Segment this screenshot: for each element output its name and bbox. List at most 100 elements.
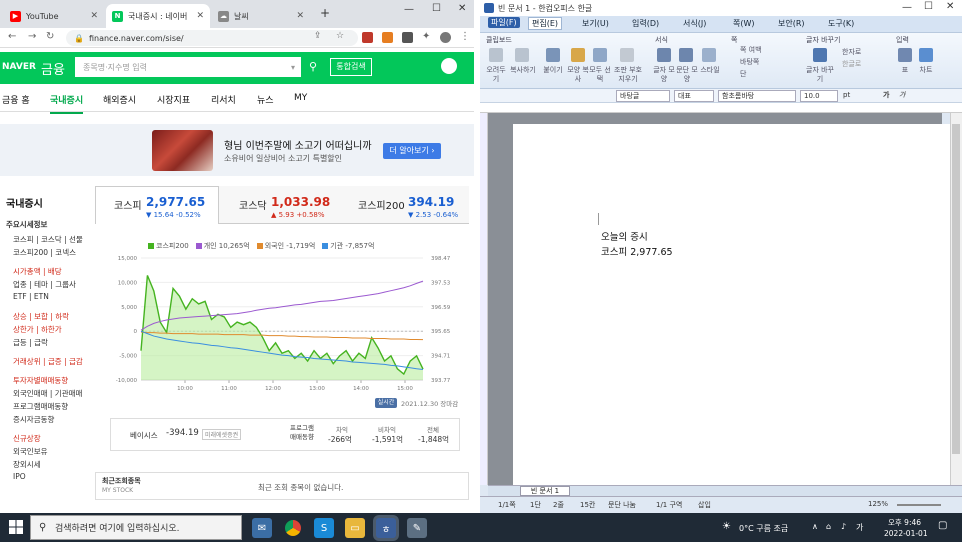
chart-icon[interactable] — [919, 48, 933, 62]
tray-chevron-icon[interactable]: ∧ — [812, 522, 818, 531]
avatar[interactable] — [441, 58, 457, 74]
para-shape-icon[interactable] — [679, 48, 693, 62]
realtime-badge[interactable]: 실시간 — [375, 398, 397, 408]
sidebar-item[interactable]: 외국인매매 | 기관매매 — [13, 388, 82, 399]
tab-youtube[interactable]: ▶ YouTube ✕ — [4, 4, 104, 28]
close-icon[interactable]: ✕ — [192, 11, 204, 21]
sidebar-item[interactable]: 증시자금동향 — [13, 414, 54, 425]
zoom-slider[interactable] — [897, 504, 941, 506]
clock-date[interactable]: 2022-01-01 — [884, 529, 928, 538]
horizontal-ruler[interactable] — [480, 103, 962, 113]
forward-icon[interactable]: → — [28, 31, 36, 42]
vertical-ruler[interactable] — [480, 113, 488, 485]
file-explorer-icon[interactable]: ▭ — [345, 518, 365, 538]
sidebar-item[interactable]: 업종 | 테마 | 그룹사 — [13, 279, 76, 290]
erase-codes-button[interactable]: 조판 부호 지우기 — [611, 66, 645, 84]
finance-logo[interactable]: 금융 — [41, 59, 65, 78]
sidebar-item[interactable]: 신규상장 — [13, 433, 41, 444]
ad-more-button[interactable]: 더 알아보기 › — [383, 143, 441, 159]
reload-icon[interactable]: ↻ — [46, 31, 54, 42]
table-icon[interactable] — [898, 48, 912, 62]
chart-button[interactable]: 차트 — [915, 66, 937, 75]
nav-overseas[interactable]: 해외증시 — [103, 93, 136, 106]
font-select[interactable]: 함초롬바탕 — [718, 90, 796, 102]
select-all-button[interactable]: 모두 선택 — [589, 66, 611, 84]
sidebar-item[interactable]: 외국인보유 — [13, 446, 48, 457]
integrated-search-button[interactable]: 통합검색 — [330, 58, 372, 76]
cut-icon[interactable] — [489, 48, 503, 62]
char-change-button[interactable]: 글자 바꾸기 — [805, 66, 835, 84]
back-icon[interactable]: ← — [8, 31, 16, 42]
style-select[interactable]: 바탕글 — [616, 90, 670, 102]
minimize-button[interactable]: — — [902, 2, 912, 13]
sidebar-item[interactable]: 코스피200 | 코넥스 — [13, 247, 76, 258]
format-painter-icon[interactable] — [571, 48, 585, 62]
share-icon[interactable]: ⇪ — [314, 31, 322, 41]
para-shape-button[interactable]: 문단 모양 — [675, 66, 699, 84]
new-tab-button[interactable]: + — [320, 6, 330, 20]
bold-button[interactable]: 가 — [880, 90, 894, 102]
hwp-taskbar-icon[interactable]: ㅎ — [376, 518, 396, 538]
nav-news[interactable]: 뉴스 — [257, 93, 274, 106]
menu-tools[interactable]: 도구(K) — [828, 18, 854, 29]
menu-security[interactable]: 보안(R) — [778, 18, 805, 29]
chrome-icon[interactable] — [283, 518, 303, 538]
to-hanja-button[interactable]: 한자로 — [842, 48, 861, 57]
italic-button[interactable]: 가 — [896, 90, 910, 102]
format-copy-button[interactable]: 모양 복사 — [567, 66, 589, 84]
char-change-icon[interactable] — [813, 48, 827, 62]
char-shape-button[interactable]: 글자 모양 — [652, 66, 676, 84]
copy-button[interactable]: 복사하기 — [508, 66, 538, 75]
weather-icon[interactable]: ☀ — [722, 521, 731, 532]
paste-icon[interactable] — [546, 48, 560, 62]
clock-time[interactable]: 오후 9:46 — [888, 517, 921, 528]
status-insert-mode[interactable]: 삽입 — [698, 500, 711, 510]
erase-codes-icon[interactable] — [620, 48, 634, 62]
scrollbar-thumb[interactable] — [952, 124, 960, 454]
sidebar-item[interactable]: 거래상위 | 급증 | 급감 — [13, 356, 83, 367]
nav-my[interactable]: MY — [294, 93, 307, 103]
style-icon[interactable] — [702, 48, 716, 62]
menu-insert[interactable]: 입력(D) — [632, 18, 659, 29]
search-button[interactable]: ⚲ — [302, 56, 324, 78]
skype-icon[interactable]: S — [314, 518, 334, 538]
nav-market-index[interactable]: 시장지표 — [157, 93, 190, 106]
table-button[interactable]: 표 — [896, 66, 914, 75]
cut-button[interactable]: 오려두기 — [484, 66, 508, 84]
minimize-button[interactable]: — — [404, 4, 414, 15]
copy-icon[interactable] — [515, 48, 529, 62]
sidebar-item[interactable]: 프로그램매매동향 — [13, 401, 68, 412]
tab-naver-finance[interactable]: N 국내증시 : 네이버 ✕ — [106, 4, 210, 28]
document-line[interactable]: 코스피 2,977.65 — [601, 244, 673, 258]
font-size-input[interactable]: 10.0 — [800, 90, 838, 102]
select-all-icon[interactable] — [593, 48, 607, 62]
sidebar-item[interactable]: 상승 | 보합 | 하락 — [13, 311, 69, 322]
menu-edit[interactable]: 편집(E) — [528, 17, 563, 30]
sidebar-item[interactable]: IPO — [13, 472, 26, 481]
sidebar-item[interactable]: 장외시세 — [13, 459, 41, 470]
ime-indicator[interactable]: 가 — [856, 522, 863, 533]
paste-button[interactable]: 붙이기 — [540, 66, 566, 75]
master-page-button[interactable]: 바탕쪽 — [740, 58, 759, 67]
volume-icon[interactable]: ♪ — [841, 522, 846, 531]
bookmark-star-icon[interactable]: ☆ — [336, 31, 344, 41]
columns-button[interactable]: 단 — [740, 70, 746, 79]
document-page[interactable] — [513, 124, 950, 485]
margin-button[interactable]: 쪽 여백 — [740, 46, 762, 55]
puzzle-icon[interactable]: ✦ — [422, 31, 430, 42]
sidebar-item[interactable]: 상한가 | 하한가 — [13, 324, 62, 335]
profile-icon[interactable] — [440, 32, 451, 43]
sidebar-item[interactable]: 투자자별매매동향 — [13, 375, 68, 386]
dropdown-icon[interactable]: ▾ — [291, 63, 295, 72]
close-window-button[interactable]: ✕ — [946, 1, 954, 12]
sidebar-item[interactable]: 시가총액 | 배당 — [13, 266, 62, 277]
notification-icon[interactable]: ▢ — [938, 520, 947, 531]
char-shape-icon[interactable] — [657, 48, 671, 62]
windows-start-icon[interactable] — [8, 519, 24, 535]
stock-search-input[interactable]: 종목명·지수명 입력 ▾ — [74, 56, 302, 78]
menu-file[interactable]: 파일(F) — [488, 17, 520, 28]
menu-kebab-icon[interactable]: ⋮ — [460, 31, 470, 42]
maximize-button[interactable]: ☐ — [432, 3, 441, 14]
taskbar-search-input[interactable]: ⚲ 검색하려면 여기에 입력하십시오. — [30, 515, 242, 540]
maximize-button[interactable]: ☐ — [924, 1, 933, 12]
